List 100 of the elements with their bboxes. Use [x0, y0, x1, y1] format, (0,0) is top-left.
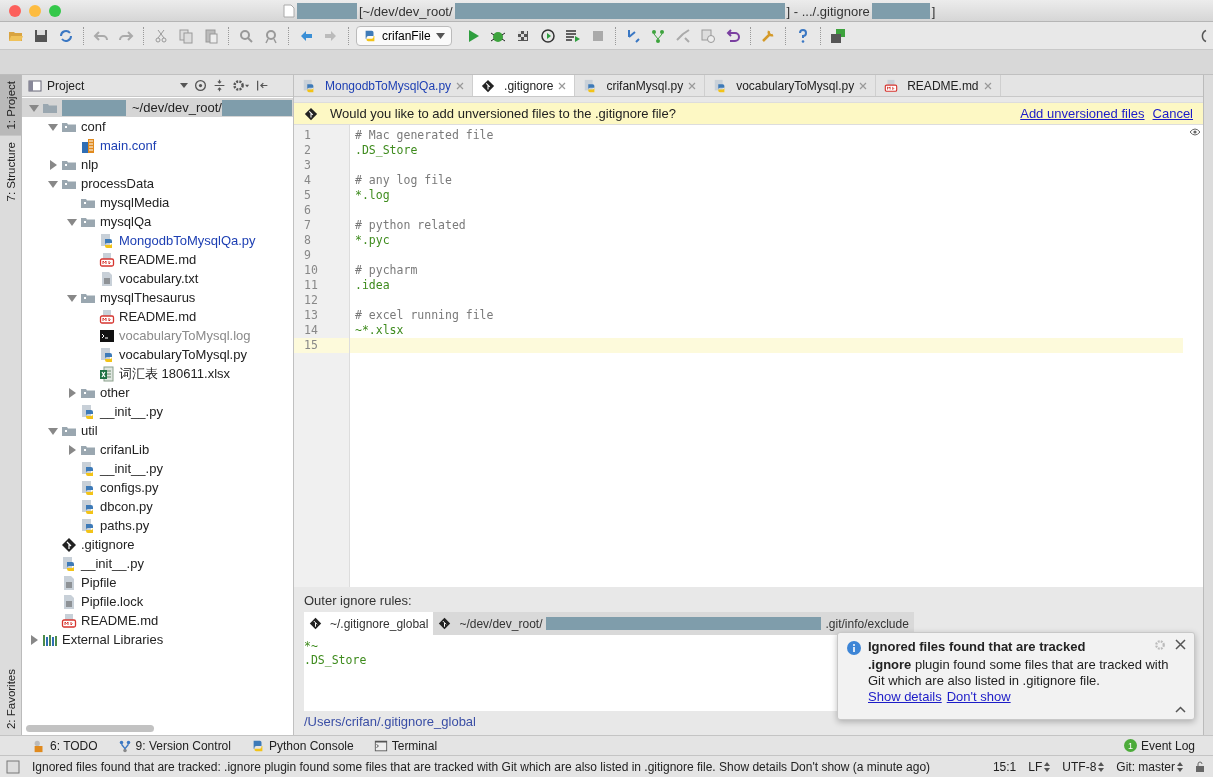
vcs-commit-icon[interactable]	[649, 27, 666, 44]
git-file-icon	[61, 536, 77, 553]
tree-item[interactable]: .gitignore	[81, 537, 135, 552]
tree-item[interactable]: nlp	[81, 157, 99, 172]
zoom-window-button[interactable]	[49, 4, 61, 17]
run-list-icon[interactable]	[564, 27, 581, 44]
notification-link[interactable]: Don't show	[946, 689, 1011, 704]
expanded-arrow-icon[interactable]	[29, 102, 39, 113]
tree-item[interactable]: 词汇表 180611.xlsx	[119, 364, 231, 383]
notification-link[interactable]: Show details	[868, 689, 942, 704]
tree-item[interactable]: README.md	[81, 613, 159, 628]
close-icon[interactable]	[456, 81, 465, 90]
compare-icon[interactable]	[674, 27, 691, 44]
tree-item[interactable]: paths.py	[100, 518, 150, 533]
file-path-link[interactable]: /Users/crifan/.gitignore_global	[304, 711, 476, 729]
expanded-arrow-icon[interactable]	[67, 216, 77, 227]
tool-window-tab[interactable]: 7: Structure	[0, 135, 21, 208]
cut-icon[interactable]	[153, 27, 169, 44]
selected-row-highlight[interactable]: ~/dev/dev_root/	[22, 98, 293, 117]
collapsed-arrow-icon[interactable]	[67, 444, 77, 455]
tree-item[interactable]: mysqlQa	[100, 214, 152, 229]
up-down-icon	[1044, 761, 1051, 772]
sdk-icon[interactable]	[829, 27, 846, 44]
eye-icon[interactable]	[1189, 128, 1201, 136]
collapsed-arrow-icon[interactable]	[48, 159, 58, 170]
tree-item[interactable]: README.md	[119, 252, 197, 267]
tool-window-button[interactable]: 6: TODO	[32, 738, 98, 753]
section-title: Outer ignore rules:	[304, 593, 413, 610]
expanded-arrow-icon[interactable]	[48, 425, 58, 436]
collapsed-arrow-icon[interactable]	[67, 387, 77, 398]
crosshair-icon[interactable]	[194, 79, 207, 92]
tree-item[interactable]: conf	[81, 119, 106, 134]
tree-item[interactable]: crifanLib	[100, 442, 150, 457]
expanded-arrow-icon[interactable]	[67, 292, 77, 303]
run-configuration-dropdown[interactable]: crifanFile	[356, 25, 452, 46]
text-file-icon	[61, 593, 77, 610]
tree-item[interactable]: mysqlMedia	[100, 195, 170, 210]
banner-link[interactable]: Cancel	[1152, 106, 1193, 121]
status-message: Ignored files found that are tracked: .ignore plugin found some files that are tracked with Git which are also listed in .gitignore file. Show details Don't show (a minute ago)	[32, 759, 932, 774]
close-icon[interactable]	[983, 81, 992, 90]
lock-icon[interactable]	[1195, 760, 1205, 773]
editor-tab[interactable]: .gitignore	[473, 75, 576, 96]
close-window-button[interactable]	[9, 4, 21, 17]
sync-icon[interactable]	[58, 27, 74, 44]
hide-icon[interactable]	[256, 79, 269, 92]
collapsed-arrow-icon[interactable]	[29, 634, 39, 645]
tree-item[interactable]: vocabulary.txt	[119, 271, 199, 286]
save-icon[interactable]	[33, 27, 49, 44]
scrollbar-thumb[interactable]	[26, 724, 154, 732]
replace-icon[interactable]	[263, 27, 279, 44]
count-badge: 1	[1123, 739, 1137, 752]
close-icon[interactable]	[859, 81, 868, 90]
collapse-icon[interactable]	[213, 79, 226, 92]
tree-item[interactable]: Pipfile.lock	[81, 594, 144, 609]
tree-item[interactable]: other	[100, 385, 130, 400]
tree-item[interactable]: util	[81, 423, 98, 438]
tree-item[interactable]: Pipfile	[81, 575, 117, 590]
tree-item[interactable]: dbcon.py	[100, 499, 153, 514]
code-line: # Mac generated file	[354, 128, 495, 143]
profiler-icon[interactable]	[539, 27, 556, 44]
tree-item[interactable]: __init__.py	[100, 461, 163, 476]
history-icon[interactable]	[699, 27, 716, 44]
line-number: 2	[303, 143, 312, 158]
tree-item[interactable]: README.md	[119, 309, 197, 324]
copy-icon[interactable]	[178, 27, 194, 44]
tree-item[interactable]: vocabularyToMysql.log	[119, 328, 251, 343]
tree-item[interactable]: vocabularyToMysql.py	[119, 347, 247, 362]
tool-window-tab[interactable]: 2: Favorites	[0, 662, 21, 735]
paste-icon[interactable]	[203, 27, 219, 44]
tree-item[interactable]: ~/dev/dev_root/	[132, 100, 222, 115]
caret-position[interactable]: 15:1	[992, 759, 1017, 774]
window-title: ] - .../.gitignore	[786, 3, 870, 19]
git-branch-selector[interactable]: Git: master	[1116, 759, 1183, 774]
settings-icon[interactable]	[232, 79, 250, 92]
tool-window-button[interactable]: Python Console	[250, 738, 354, 753]
expanded-arrow-icon[interactable]	[48, 121, 58, 132]
close-icon[interactable]	[688, 81, 697, 90]
banner-link[interactable]: Add unversioned files	[1020, 106, 1145, 121]
encoding-selector[interactable]: UTF-8	[1062, 759, 1105, 774]
tool-window-tab[interactable]: 1: Project	[0, 75, 21, 136]
tree-item[interactable]: mysqlThesaurus	[100, 290, 196, 305]
tree-item[interactable]: __init__.py	[81, 556, 144, 571]
window-icon	[28, 79, 42, 92]
revert-icon[interactable]	[724, 27, 741, 44]
tree-item[interactable]: main.conf	[100, 138, 157, 153]
close-icon[interactable]	[558, 81, 567, 90]
rules-tab[interactable]: ~/.gitignore_global	[304, 612, 434, 635]
tree-item[interactable]: __init__.py	[100, 404, 163, 419]
tree-item[interactable]: External Libraries	[62, 632, 164, 647]
tool-window-button[interactable]: 9: Version Control	[117, 738, 231, 753]
event-log-button[interactable]: 1 Event Log	[1123, 738, 1195, 753]
line-number: 10	[303, 263, 319, 278]
tree-item[interactable]: MongodbToMysqlQa.py	[119, 233, 256, 248]
panel-toggle-icon[interactable]	[6, 759, 20, 774]
collapse-icon[interactable]	[1175, 706, 1186, 713]
tree-item[interactable]: processData	[81, 176, 154, 191]
line-separator-selector[interactable]: LF	[1028, 759, 1051, 774]
tool-window-button[interactable]: Terminal	[373, 738, 438, 753]
expanded-arrow-icon[interactable]	[48, 178, 58, 189]
tree-item[interactable]: configs.py	[100, 480, 159, 495]
